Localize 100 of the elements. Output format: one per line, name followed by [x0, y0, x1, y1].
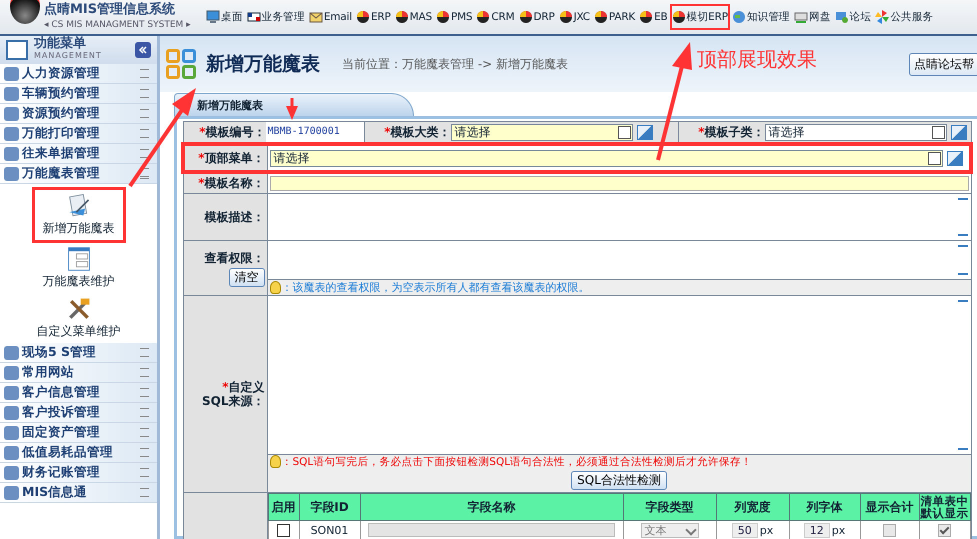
menu-group[interactable]: 万能打印管理: [0, 124, 157, 144]
nav-link[interactable]: 公共服务: [873, 4, 936, 30]
ball-icon: [394, 10, 409, 24]
enable-checkbox[interactable]: [277, 524, 290, 537]
page-title: 新增万能魔表: [206, 52, 320, 77]
field-id-cell: SON01: [299, 520, 360, 539]
clear-button[interactable]: 清空: [228, 268, 264, 286]
required-mark: *: [199, 124, 206, 138]
subcategory-select[interactable]: 请选择: [764, 124, 946, 140]
menu-icon: [4, 166, 19, 180]
config-icon[interactable]: [947, 150, 963, 166]
column-header: 启用: [268, 494, 299, 520]
sidebar-title: 功能菜单: [34, 38, 87, 50]
caret-icon: [618, 126, 630, 138]
menu-group[interactable]: 常用网站: [0, 363, 157, 383]
menu-group[interactable]: MIS信息通: [0, 483, 157, 503]
scroll-arrows-icon: [958, 300, 968, 450]
ball-icon: [476, 10, 490, 24]
top-menu-select[interactable]: 请选择: [270, 150, 943, 166]
lightbulb-icon: [270, 455, 280, 468]
menu-group[interactable]: 人力资源管理: [0, 64, 157, 84]
name-input[interactable]: [270, 176, 968, 191]
default-show-checkbox[interactable]: [938, 524, 951, 537]
menu-icon: [4, 366, 19, 380]
menu-icon: [4, 386, 19, 400]
envelope-icon: [308, 10, 323, 24]
column-header: 字段ID: [299, 494, 360, 520]
breadcrumb: 当前位置：万能魔表管理 -> 新增万能魔表: [342, 56, 568, 72]
submenu-item[interactable]: 自定义菜单维护: [26, 293, 132, 343]
nav-link[interactable]: 网盘: [792, 4, 833, 30]
menu-icon: [4, 126, 19, 140]
font-size-input[interactable]: 12: [804, 522, 830, 538]
nav-link[interactable]: PARK: [592, 4, 638, 30]
double-chevron-icon: [138, 45, 148, 55]
field-label: 查看权限：: [204, 250, 264, 264]
submenu-item[interactable]: 万能魔表维护: [32, 243, 126, 293]
forum-help-button[interactable]: 点睛论坛帮: [909, 52, 977, 76]
office-logo-icon: [166, 49, 196, 79]
toggle-icon: [140, 129, 149, 138]
category-select[interactable]: 请选择: [450, 124, 632, 140]
caret-icon: [928, 152, 941, 164]
menu-group[interactable]: 现场5 S管理: [0, 343, 157, 363]
menu-group[interactable]: 低值易耗品管理: [0, 443, 157, 463]
nav-link[interactable]: Email: [306, 4, 354, 30]
nav-link[interactable]: 业务管理: [244, 4, 307, 30]
menu-group[interactable]: 客户投诉管理: [0, 403, 157, 423]
collapse-button[interactable]: [135, 42, 151, 58]
toggle-icon: [140, 428, 149, 437]
nav-link[interactable]: MAS: [392, 4, 434, 30]
menu-group[interactable]: 往来单据管理: [0, 144, 157, 164]
app-subtitle: ◂ CS MIS MANAGMENT SYSTEM ▸: [44, 20, 192, 30]
toggle-icon: [140, 149, 149, 158]
column-header: 列宽度: [716, 494, 789, 520]
type-select[interactable]: 文本: [640, 522, 698, 538]
nav-link[interactable]: ERP: [354, 4, 393, 30]
sql-check-button[interactable]: SQL合法性检测: [571, 471, 667, 490]
field-label: *模板名称：: [198, 176, 264, 190]
nav-link[interactable]: CRM: [474, 4, 516, 30]
toggle-icon: [140, 368, 149, 377]
drive-icon: [794, 10, 808, 24]
annotation-arrow: [286, 98, 298, 120]
nav-link[interactable]: JXC: [556, 4, 592, 30]
toggle-icon: [140, 448, 149, 457]
nav-link[interactable]: 知识管理: [730, 4, 792, 30]
nav-link[interactable]: EB: [637, 4, 670, 30]
form-tab[interactable]: 新增万能魔表: [174, 93, 414, 116]
nav-link[interactable]: 桌面: [204, 4, 245, 30]
lightbulb-icon: [270, 281, 280, 294]
caret-icon: [932, 126, 944, 138]
menu-group[interactable]: 车辆预约管理: [0, 84, 157, 104]
menu-group[interactable]: 客户信息管理: [0, 383, 157, 403]
menu-group[interactable]: 财务记账管理: [0, 463, 157, 483]
field-label: 模板描述：: [204, 210, 264, 224]
menu-icon: [4, 146, 19, 160]
menu-icon: [4, 66, 19, 80]
menu-icon: [4, 86, 19, 100]
monitor-icon: [206, 10, 220, 24]
pinwheel-icon: [875, 10, 890, 24]
app-title: 点晴MIS管理信息系统: [44, 3, 176, 17]
column-header: 字段名称: [360, 494, 623, 520]
config-icon[interactable]: [950, 124, 966, 140]
template-code: MBMB-1700001: [266, 122, 364, 142]
menu-group[interactable]: 资源预约管理: [0, 104, 157, 124]
nav-link[interactable]: DRP: [516, 4, 557, 30]
nav-link[interactable]: 论坛: [832, 4, 874, 30]
ball-icon: [558, 10, 573, 24]
scroll-arrows-icon: [958, 245, 968, 275]
nav-link[interactable]: 模切ERP: [670, 4, 730, 30]
ball-icon: [518, 10, 532, 24]
ball-icon: [436, 10, 450, 24]
menu-group[interactable]: 固定资产管理: [0, 423, 157, 443]
nav-link[interactable]: PMS: [434, 4, 474, 30]
menu-icon: [4, 106, 19, 120]
sidebar-subtitle: MANAGEMENT: [34, 50, 103, 62]
menu-group[interactable]: 万能魔表管理: [0, 164, 157, 184]
menu-icon: [4, 406, 19, 420]
ball-icon: [356, 10, 370, 24]
config-icon[interactable]: [636, 124, 652, 140]
submenu-item[interactable]: 新增万能魔表: [32, 187, 126, 243]
width-input[interactable]: 50: [732, 522, 758, 538]
